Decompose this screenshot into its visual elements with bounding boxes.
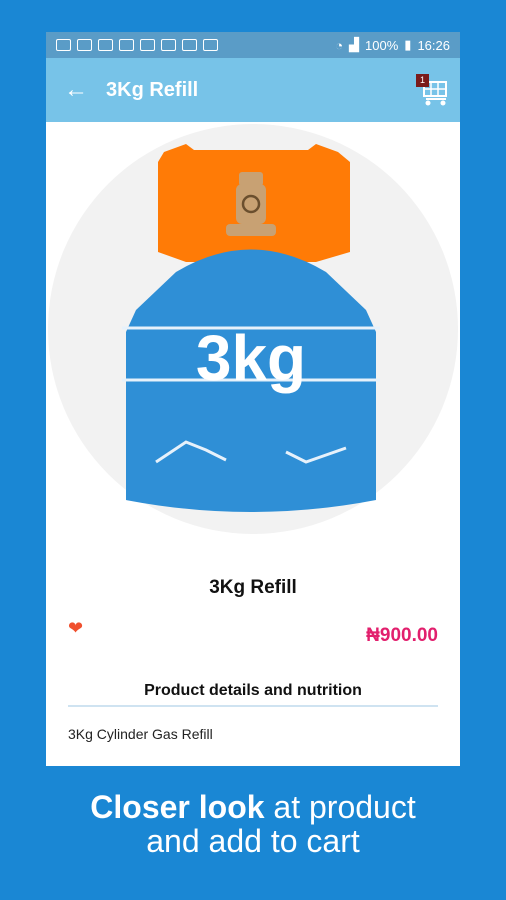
cart-button[interactable]: 1 [408, 70, 460, 110]
cart-icon [417, 79, 447, 106]
caption-emphasis: Closer look [90, 789, 265, 825]
notification-icon [140, 39, 155, 51]
notification-icon [77, 39, 92, 51]
status-bar: ◔ ▟ 100% ▮ 16:26 [46, 32, 460, 58]
product-price: ₦900.00 [366, 625, 438, 646]
notification-icon [161, 39, 176, 51]
notification-icons [46, 39, 218, 51]
battery-text: 100% [365, 37, 399, 53]
clock: 16:26 [417, 37, 450, 53]
notification-icon [56, 39, 71, 51]
notification-icon [98, 39, 113, 51]
favorite-button[interactable]: ❤ [68, 618, 83, 639]
caption-line-2: and add to cart [146, 823, 360, 859]
notification-icon [182, 39, 197, 51]
arrow-left-icon: ← [64, 76, 88, 103]
notification-icon [119, 39, 134, 51]
gas-cylinder-image: 3kg [122, 144, 380, 512]
cylinder-label: 3kg [196, 322, 306, 394]
system-status: ◔ ▟ 100% ▮ 16:26 [335, 37, 460, 53]
heart-icon: ❤ [68, 618, 84, 638]
wifi-icon: ◔ [335, 37, 344, 53]
product-description: 3Kg Cylinder Gas Refill [68, 726, 213, 742]
product-details-heading: Product details and nutrition [144, 682, 362, 699]
promo-caption: Closer look at product and add to cart [0, 790, 506, 858]
divider [68, 705, 438, 707]
battery-icon: ▮ [404, 37, 412, 52]
page-title: 3Kg Refill [106, 78, 199, 101]
caption-text: at product [264, 789, 416, 825]
signal-icon: ▟ [349, 37, 360, 52]
notification-icon [203, 39, 218, 51]
back-button[interactable]: ← [46, 76, 106, 104]
cart-count-badge: 1 [416, 74, 429, 87]
app-bar: ← 3Kg Refill 1 [46, 58, 460, 122]
product-name: 3Kg Refill [209, 577, 297, 598]
caption-line-1: Closer look at product [0, 790, 506, 824]
app-screen: ◔ ▟ 100% ▮ 16:26 ← 3Kg Refill 1 3kg 3Kg … [46, 32, 460, 766]
